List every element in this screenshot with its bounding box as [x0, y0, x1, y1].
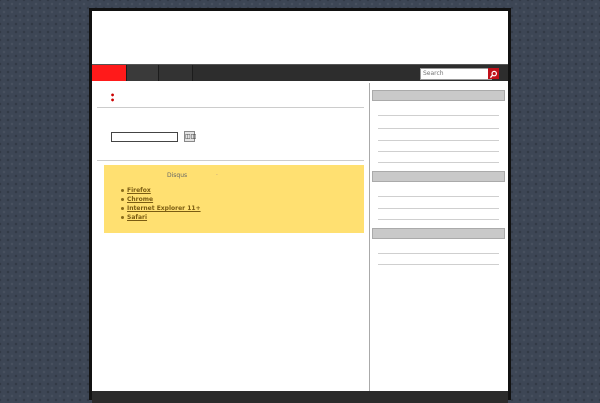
search-button[interactable] [488, 68, 499, 79]
main-nav-bar [92, 64, 508, 81]
list-item: Firefox [121, 186, 201, 195]
page-container: • • ◫◫ Disqus · Firefox Chrome Internet … [89, 8, 511, 403]
sidebar-widget-title [372, 90, 505, 101]
browser-list: Firefox Chrome Internet Explorer 11+ Saf… [121, 186, 201, 222]
sidebar-line [378, 196, 499, 197]
meta-dot: • [110, 96, 116, 105]
content-divider [97, 107, 364, 108]
sidebar-widget-title [372, 228, 505, 239]
content-divider [97, 160, 364, 161]
browser-link-ie[interactable]: Internet Explorer 11+ [127, 205, 201, 212]
nav-item-2[interactable] [127, 65, 159, 81]
sidebar-line [378, 219, 499, 220]
list-item: Safari [121, 213, 201, 222]
browser-link-firefox[interactable]: Firefox [127, 187, 151, 194]
sidebar [370, 83, 508, 391]
sidebar-widget-title [372, 171, 505, 182]
site-footer [92, 391, 508, 403]
search-input[interactable] [420, 68, 492, 80]
search-icon [489, 70, 497, 79]
browser-link-chrome[interactable]: Chrome [127, 196, 153, 203]
sidebar-line [378, 115, 499, 116]
sidebar-line [378, 208, 499, 209]
sidebar-line [378, 264, 499, 265]
nav-item-home[interactable] [92, 65, 127, 81]
nav-item-3[interactable] [159, 65, 193, 81]
list-item: Internet Explorer 11+ [121, 204, 201, 213]
notice-separator: · [216, 172, 218, 179]
sidebar-line [378, 162, 499, 163]
browser-link-safari[interactable]: Safari [127, 214, 147, 221]
sidebar-line [378, 151, 499, 152]
comment-form-button[interactable]: ◫◫ [184, 131, 196, 142]
sidebar-line [378, 253, 499, 254]
browser-notice-box: Disqus · Firefox Chrome Internet Explore… [104, 165, 364, 233]
list-item: Chrome [121, 195, 201, 204]
main-content: • • ◫◫ Disqus · Firefox Chrome Internet … [95, 83, 366, 391]
post-meta: • • [110, 92, 116, 105]
comment-form-field[interactable] [111, 132, 178, 142]
sidebar-line [378, 140, 499, 141]
notice-title: Disqus [167, 172, 188, 179]
sidebar-line [378, 128, 499, 129]
site-header [92, 11, 508, 64]
